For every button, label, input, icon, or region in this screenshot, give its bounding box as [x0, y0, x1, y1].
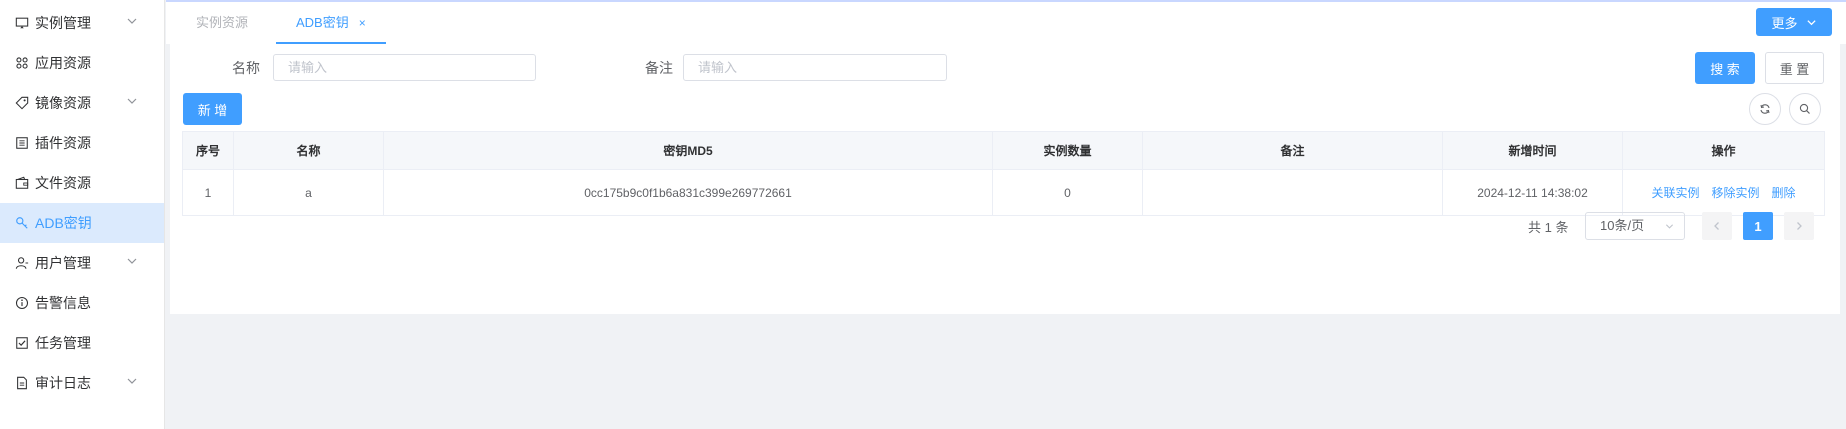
sidebar-item-alerts[interactable]: 告警信息	[0, 283, 164, 323]
checkbox-icon	[14, 335, 30, 351]
table-header: 序号 名称 密钥MD5 实例数量 备注 新增时间 操作	[183, 132, 1824, 170]
cell-created-time: 2024-12-11 14:38:02	[1443, 170, 1623, 215]
reset-button[interactable]: 重 置	[1765, 52, 1824, 84]
sidebar-item-user-management[interactable]: 用户管理	[0, 243, 164, 283]
link-instances-link[interactable]: 关联实例	[1651, 184, 1699, 201]
remark-label: 备注	[645, 60, 673, 76]
sidebar-item-app-resources[interactable]: 应用资源	[0, 43, 164, 83]
pagination-total: 共 1 条	[1528, 220, 1569, 235]
chevron-down-icon	[1806, 19, 1816, 25]
table-row: 1 a 0cc175b9c0f1b6a831c399e269772661 0 2…	[183, 170, 1824, 215]
chevron-down-icon	[127, 258, 137, 264]
sidebar-item-label: 镜像资源	[35, 95, 91, 111]
tab-bar: 实例资源 ADB密钥 × 更多	[166, 0, 1846, 44]
sidebar-item-label: 插件资源	[35, 135, 91, 151]
cell-actions: 关联实例 移除实例 删除	[1623, 170, 1824, 215]
column-header: 序号	[183, 132, 234, 169]
tab-instance-resources[interactable]: 实例资源	[196, 4, 248, 44]
column-header: 操作	[1711, 144, 1736, 158]
list-icon	[14, 135, 30, 151]
cell-md5: 0cc175b9c0f1b6a831c399e269772661	[384, 170, 993, 215]
sidebar-item-label: 实例管理	[35, 15, 91, 31]
cell-instance-count: 0	[993, 170, 1143, 215]
document-icon	[14, 375, 30, 391]
toggle-search-button[interactable]	[1789, 93, 1821, 125]
sidebar-item-label: 任务管理	[35, 335, 91, 351]
adb-key-table: 序号 名称 密钥MD5 实例数量 备注 新增时间 操作 1 a 0cc175b9…	[182, 131, 1825, 216]
sidebar-item-adb-keys[interactable]: ADB密钥	[0, 203, 164, 243]
sidebar-item-instance-management[interactable]: 实例管理	[0, 3, 164, 43]
prev-page-button[interactable]	[1702, 212, 1732, 240]
page-size-select[interactable]: 10条/页	[1585, 212, 1685, 240]
info-icon	[14, 295, 30, 311]
sidebar: 实例管理 应用资源 镜像资源 插件资源 文件资源 ADB密钥 用户管理 告警信息…	[0, 0, 165, 429]
column-header: 实例数量	[993, 132, 1143, 169]
sidebar-item-task-management[interactable]: 任务管理	[0, 323, 164, 363]
main-panel: 名称 请输入 备注 请输入 搜 索 重 置 新 增 序号 名称 密钥MD5 实例…	[170, 44, 1840, 314]
sidebar-item-file-resources[interactable]: 文件资源	[0, 163, 164, 203]
chevron-down-icon	[127, 18, 137, 24]
cell-index: 1	[183, 170, 234, 215]
key-icon	[14, 215, 30, 231]
page-size-value: 10条/页	[1600, 218, 1645, 233]
delete-link[interactable]: 删除	[1772, 184, 1796, 201]
page-number-button[interactable]: 1	[1743, 212, 1773, 240]
user-icon	[14, 255, 30, 271]
search-button[interactable]: 搜 索	[1695, 52, 1755, 84]
tag-icon	[14, 95, 30, 111]
name-label: 名称	[232, 60, 260, 76]
monitor-icon	[14, 15, 30, 31]
column-header: 备注	[1143, 132, 1443, 169]
chevron-right-icon	[1797, 222, 1802, 230]
chevron-left-icon	[1714, 222, 1719, 230]
name-input[interactable]: 请输入	[273, 54, 536, 81]
search-icon	[1799, 103, 1810, 114]
add-button[interactable]: 新 增	[183, 93, 242, 125]
refresh-icon	[1760, 104, 1770, 114]
close-icon[interactable]: ×	[359, 16, 366, 30]
wallet-icon	[14, 175, 30, 191]
tab-label: 实例资源	[196, 15, 249, 30]
unlink-instances-link[interactable]: 移除实例	[1711, 184, 1759, 201]
next-page-button[interactable]	[1784, 212, 1814, 240]
sidebar-item-label: 审计日志	[35, 375, 91, 391]
sidebar-item-label: 用户管理	[35, 255, 91, 271]
sidebar-item-label: ADB密钥	[35, 215, 92, 231]
sidebar-item-label: 应用资源	[35, 55, 91, 71]
sidebar-item-audit-log[interactable]: 审计日志	[0, 363, 164, 403]
sidebar-item-label: 告警信息	[35, 295, 91, 311]
chevron-down-icon	[1665, 224, 1674, 229]
remark-input[interactable]: 请输入	[683, 54, 947, 81]
cell-name: a	[234, 170, 384, 215]
grid-icon	[14, 55, 30, 71]
sidebar-item-plugin-resources[interactable]: 插件资源	[0, 123, 164, 163]
tab-label: ADB密钥	[296, 15, 349, 30]
column-header: 名称	[234, 132, 384, 169]
sidebar-item-label: 文件资源	[35, 175, 91, 191]
chevron-down-icon	[127, 378, 137, 384]
column-header: 密钥MD5	[384, 132, 993, 169]
refresh-button[interactable]	[1749, 93, 1781, 125]
column-header: 新增时间	[1443, 132, 1623, 169]
more-button-label: 更多	[1771, 15, 1798, 31]
cell-remark	[1143, 170, 1443, 215]
more-button[interactable]: 更多	[1756, 8, 1832, 36]
chevron-down-icon	[127, 98, 137, 104]
sidebar-item-image-resources[interactable]: 镜像资源	[0, 83, 164, 123]
tab-adb-keys[interactable]: ADB密钥 ×	[276, 4, 386, 44]
